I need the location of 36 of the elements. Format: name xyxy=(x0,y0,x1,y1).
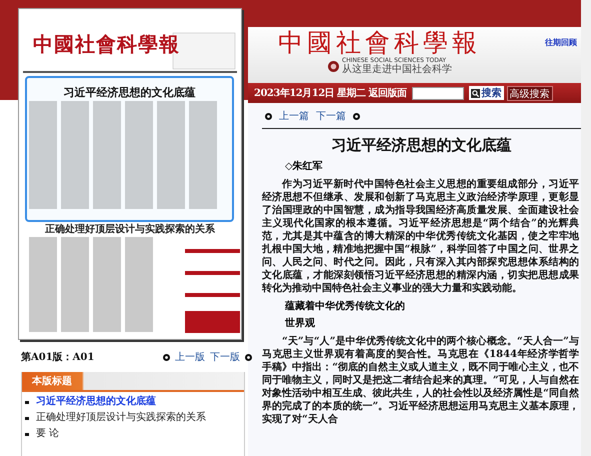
selection-highlight[interactable]: 习近平经济思想的文化底蕴 xyxy=(25,76,234,222)
back-link[interactable]: 返回版面 xyxy=(368,86,407,100)
date-label: 2023年12月12日 星期二 xyxy=(254,86,366,100)
circle-icon xyxy=(265,112,272,120)
paragraph: 作为习近平新时代中国特色社会主义思想的重要组成部分，习近平经济思想不但继承、发展和创新了马克思主义政治经济学原理，更彰显了治国理政的中国智慧，成为指导我国经济高质量发展、全面建设社会主义现代化国家的根本遵循。习近平经济思想是“两个结合”的光辉典范，尤其是其中蕴含的博大精深的中华优秀传统文化基因，使之牢牢地扎根中国大地，精准地把握中国“根脉”，科学回答了中国之问、世界之问、人民之问、时代之问。因此，只有深入其内部探究思想体系结构的文化底蕴，才能深刻领悟习近平经济思想的精深内涵，切实把思想成果转化为推动中国特色社会主义事业的强大力量和实践动能。 xyxy=(262,178,579,295)
next-edition-link[interactable]: 下一版 xyxy=(210,350,240,364)
masthead-logo: 中國社會科學報 xyxy=(33,31,180,58)
prev-article-link[interactable]: 上一篇 xyxy=(279,109,309,123)
search-field[interactable] xyxy=(412,86,464,100)
next-article-link[interactable]: 下一篇 xyxy=(316,109,346,123)
newspaper-page[interactable]: 中國社會科學報 习近平经济思想的文化底蕴 正确处理好顶层设计与实践探索的关系 xyxy=(18,8,242,340)
section-heading: 世界观 xyxy=(285,318,316,330)
headline-link[interactable]: 习近平经济思想的文化底蕴 xyxy=(36,396,156,408)
paragraph: “天”与“人”是中华优秀传统文化中的两个核心概念。“天人合一”与马克思主义世界观有着高度的契合性。马克思在《1844年经济学哲学手稿》中指出：“彻底的自然主义或人道主义，既不同于唯心主义，也不同于唯物主义，同时又是把这二者结合起来的真理。”可见，人与自然在对象性活动中相互生成、彼此共生，人的社会性以及经济属性是“同自然界的完成了的本质的统一”。习近平经济思想运用马克思主义基本原理，实现了对“天人合 xyxy=(262,335,579,426)
prev-edition-link[interactable]: 上一版 xyxy=(175,350,205,364)
panel-title: 本版标题 xyxy=(30,374,72,388)
headline: 习近平经济思想的文化底蕴 xyxy=(64,85,196,100)
headline: 正确处理好顶层设计与实践探索的关系 xyxy=(45,222,215,236)
bullet-icon xyxy=(25,432,29,436)
seal-icon xyxy=(328,60,339,72)
circle-icon xyxy=(163,354,170,360)
author-name: ◇朱红军 xyxy=(285,161,324,173)
bullet-icon xyxy=(25,416,29,420)
search-button[interactable]: 搜索 xyxy=(468,86,504,100)
advanced-search-button[interactable]: 高级搜索 xyxy=(506,86,553,100)
section-heading: 蕴藏着中华优秀传统文化的 xyxy=(285,301,406,313)
edition-label: 第A01版：A01 xyxy=(21,350,94,364)
search-icon xyxy=(470,88,480,98)
masthead-logo: 中國社會科學報 xyxy=(278,28,481,57)
circle-icon xyxy=(353,112,360,120)
slogan: 从这里走进中国社会科学 xyxy=(342,64,452,75)
article-title: 习近平经济思想的文化底蕴 xyxy=(330,136,512,154)
archive-link[interactable]: 往期回顾 xyxy=(545,37,577,83)
headline-link[interactable]: 正确处理好顶层设计与实践探索的关系 xyxy=(36,412,206,424)
bullet-icon xyxy=(25,400,29,404)
headline-link[interactable]: 要 论 xyxy=(36,428,60,440)
